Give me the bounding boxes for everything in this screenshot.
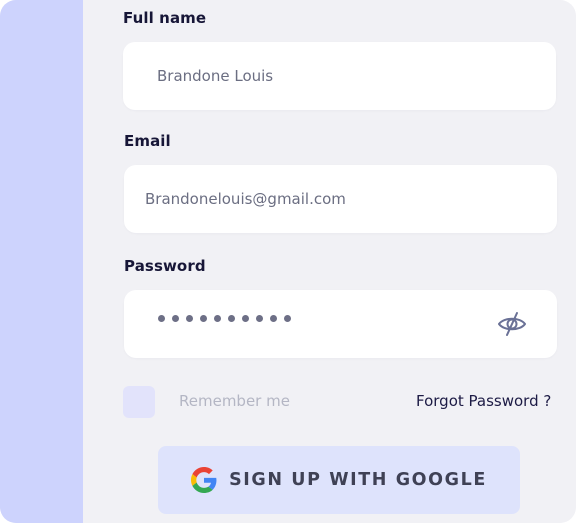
password-mask-dot [158, 315, 165, 322]
password-mask-dot [214, 315, 221, 322]
full-name-label: Full name [123, 9, 207, 27]
password-mask-dot [172, 315, 179, 322]
password-mask-dot [284, 315, 291, 322]
signup-form-card: Full name Brandone Louis Email Brandonel… [0, 0, 576, 523]
password-mask-dot [200, 315, 207, 322]
password-mask-dot [228, 315, 235, 322]
forgot-password-link[interactable]: Forgot Password ? [416, 392, 551, 410]
password-label: Password [124, 257, 206, 275]
password-masked-value [158, 315, 291, 322]
full-name-value: Brandone Louis [157, 67, 274, 85]
remember-me-label: Remember me [179, 392, 290, 410]
email-label: Email [124, 132, 171, 150]
side-accent-strip [0, 0, 83, 523]
password-mask-dot [242, 315, 249, 322]
remember-me-checkbox[interactable] [123, 386, 155, 418]
email-value: Brandonelouis@gmail.com [145, 190, 346, 208]
sign-up-with-google-label: SIGN UP WITH GOOGLE [229, 470, 487, 490]
password-mask-dot [270, 315, 277, 322]
password-mask-dot [186, 315, 193, 322]
eye-off-icon [498, 312, 526, 336]
password-mask-dot [256, 315, 263, 322]
password-field[interactable] [124, 290, 557, 358]
toggle-password-visibility-button[interactable] [495, 307, 529, 341]
full-name-field[interactable]: Brandone Louis [123, 42, 556, 110]
sign-up-with-google-button[interactable]: SIGN UP WITH GOOGLE [158, 446, 520, 514]
google-icon [191, 467, 217, 493]
email-field[interactable]: Brandonelouis@gmail.com [124, 165, 557, 233]
